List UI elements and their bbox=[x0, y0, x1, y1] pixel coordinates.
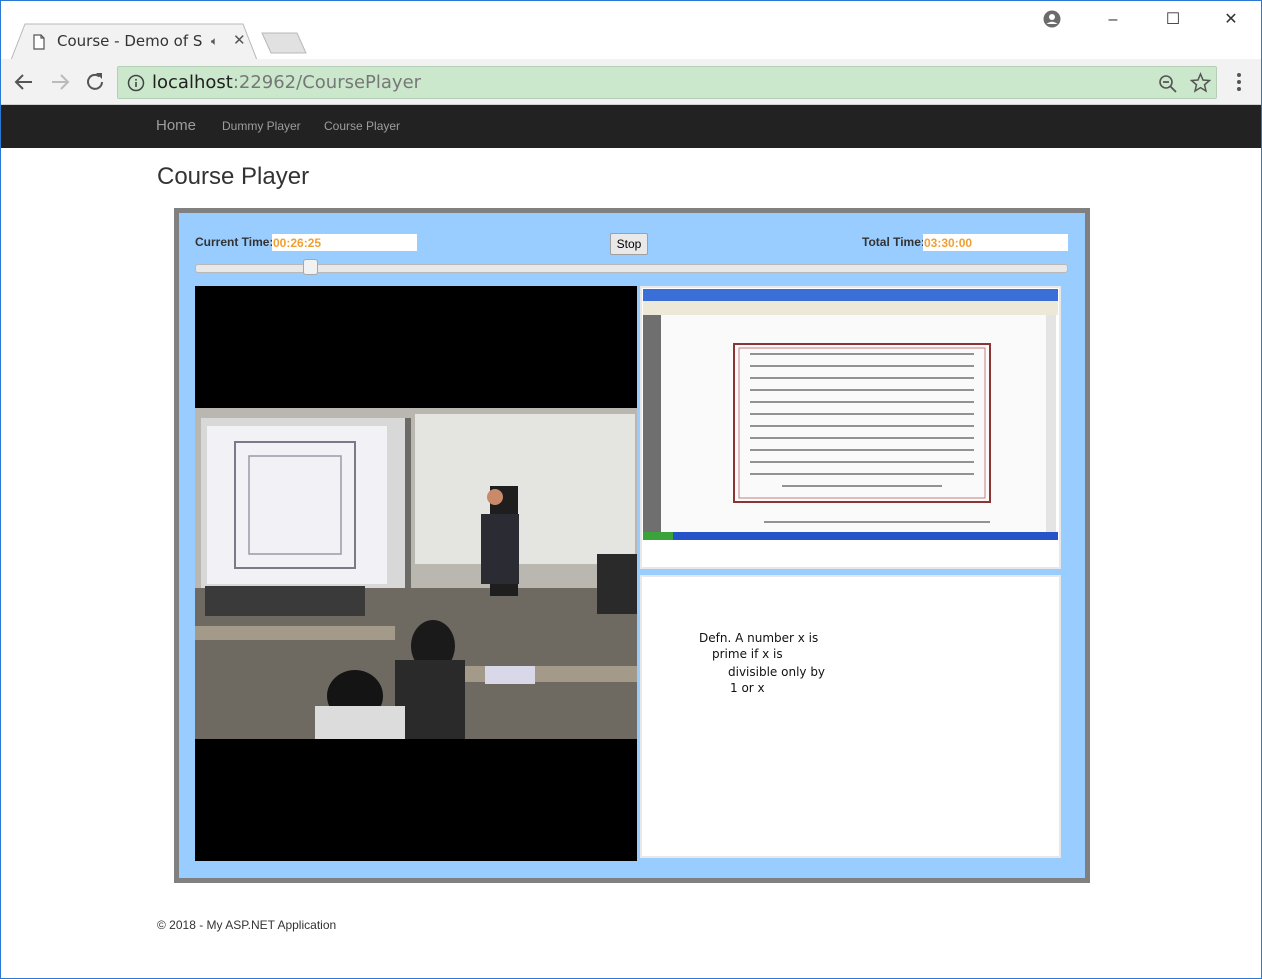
url-path: :22962/CoursePlayer bbox=[232, 72, 422, 93]
bookmark-star-icon[interactable] bbox=[1190, 72, 1211, 93]
slide-panel[interactable] bbox=[640, 286, 1061, 569]
whiteboard-line: prime if x is bbox=[712, 647, 783, 661]
current-time-field[interactable] bbox=[272, 234, 417, 251]
whiteboard-line: 1 or x bbox=[730, 681, 765, 695]
course-player: Current Time: Stop Total Time: bbox=[174, 208, 1090, 883]
nav-link-dummy-player[interactable]: Dummy Player bbox=[222, 119, 301, 133]
browser-window: Course - Demo of Sign 🔈︎ ✕ – ☐ ✕ bbox=[0, 0, 1262, 979]
lecture-video[interactable] bbox=[195, 286, 637, 861]
site-navbar: Home Dummy Player Course Player bbox=[1, 105, 1261, 148]
new-tab-button[interactable] bbox=[261, 32, 307, 54]
whiteboard-line: Defn. A number x is bbox=[699, 631, 818, 645]
lecture-video-frame bbox=[195, 286, 637, 861]
zoom-out-icon[interactable] bbox=[1158, 74, 1177, 93]
maximize-icon[interactable]: ☐ bbox=[1153, 7, 1193, 33]
reload-icon[interactable] bbox=[82, 69, 108, 95]
speaker-icon[interactable]: 🔈︎ bbox=[211, 34, 218, 49]
page-title: Course Player bbox=[157, 163, 310, 190]
address-bar[interactable]: localhost:22962/CoursePlayer bbox=[117, 66, 1217, 99]
page-footer: © 2018 - My ASP.NET Application bbox=[157, 918, 337, 932]
stop-button[interactable]: Stop bbox=[610, 233, 648, 255]
slide-screenshot bbox=[642, 288, 1059, 567]
url-host: localhost bbox=[152, 72, 233, 93]
total-time-label: Total Time: bbox=[862, 235, 925, 249]
info-icon[interactable] bbox=[127, 74, 145, 92]
browser-tab[interactable]: Course - Demo of Sign 🔈︎ ✕ bbox=[11, 23, 257, 60]
browser-menu-icon[interactable] bbox=[1231, 71, 1247, 93]
current-time-label: Current Time: bbox=[195, 235, 274, 249]
close-window-icon[interactable]: ✕ bbox=[1211, 7, 1251, 33]
url-text: localhost:22962/CoursePlayer bbox=[152, 72, 421, 93]
total-time-field[interactable] bbox=[923, 234, 1068, 251]
tab-strip: Course - Demo of Sign 🔈︎ ✕ – ☐ ✕ bbox=[1, 1, 1261, 60]
seek-slider-thumb[interactable] bbox=[303, 259, 319, 275]
whiteboard-line: divisible only by bbox=[728, 665, 825, 679]
tab-title: Course - Demo of Sign bbox=[57, 32, 203, 50]
forward-arrow-icon[interactable] bbox=[47, 69, 73, 95]
whiteboard-panel[interactable]: Defn. A number x is prime if x is divisi… bbox=[640, 575, 1061, 858]
navbar-brand[interactable]: Home bbox=[156, 117, 196, 134]
nav-link-course-player[interactable]: Course Player bbox=[324, 119, 400, 133]
page-icon bbox=[33, 34, 45, 50]
seek-slider-track[interactable] bbox=[195, 264, 1068, 273]
browser-toolbar: localhost:22962/CoursePlayer bbox=[1, 59, 1261, 105]
minimize-icon[interactable]: – bbox=[1093, 7, 1133, 33]
whiteboard-canvas: Defn. A number x is prime if x is divisi… bbox=[699, 631, 825, 695]
back-arrow-icon[interactable] bbox=[11, 69, 37, 95]
tab-close-icon[interactable]: ✕ bbox=[233, 31, 246, 49]
profile-icon[interactable] bbox=[1043, 10, 1061, 28]
